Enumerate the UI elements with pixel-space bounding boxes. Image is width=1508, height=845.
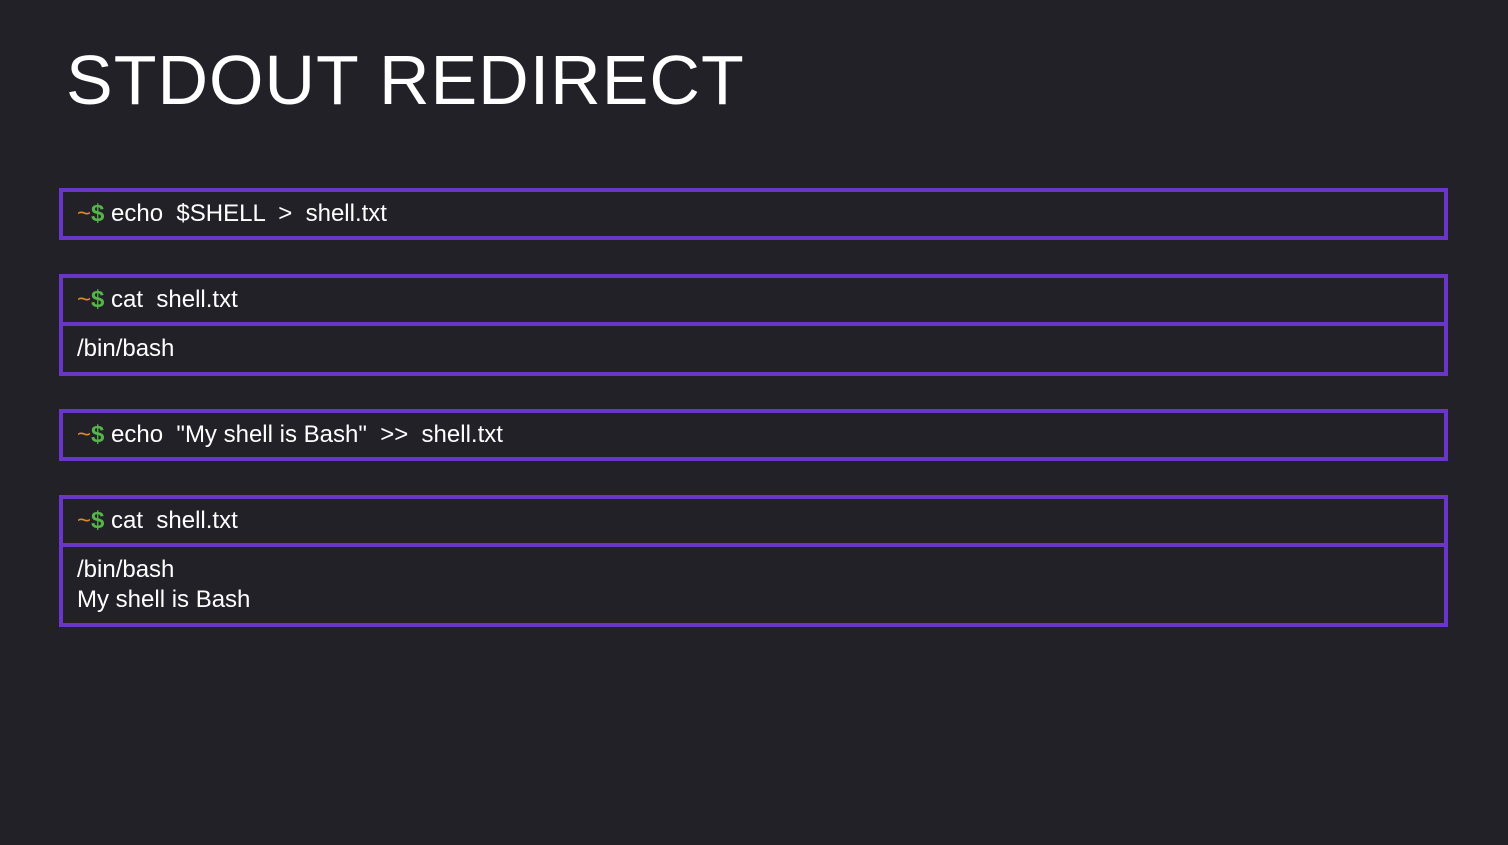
command-line: ~$ cat shell.txt bbox=[63, 278, 1444, 322]
prompt-tilde: ~ bbox=[77, 286, 92, 313]
output-line: /bin/bash bbox=[77, 556, 175, 583]
command-line: ~$ echo "My shell is Bash" >> shell.txt bbox=[63, 413, 1444, 457]
prompt-tilde: ~ bbox=[77, 421, 92, 448]
prompt-tilde: ~ bbox=[77, 507, 92, 534]
prompt-dollar: $ bbox=[91, 421, 105, 448]
command-text: cat shell.txt bbox=[104, 507, 238, 534]
output-box: /bin/bash My shell is Bash bbox=[63, 543, 1444, 623]
command-line: ~$ cat shell.txt bbox=[63, 499, 1444, 543]
command-block-1: ~$ echo $SHELL > shell.txt bbox=[59, 188, 1448, 240]
command-block-3: ~$ echo "My shell is Bash" >> shell.txt bbox=[59, 409, 1448, 461]
slide-title: STDOUT REDIRECT bbox=[66, 41, 745, 119]
prompt-dollar: $ bbox=[91, 507, 105, 534]
prompt-dollar: $ bbox=[91, 286, 105, 313]
command-block-4: ~$ cat shell.txt /bin/bash My shell is B… bbox=[59, 495, 1448, 627]
output-line: My shell is Bash bbox=[77, 586, 251, 613]
prompt-dollar: $ bbox=[91, 200, 105, 227]
output-box: /bin/bash bbox=[63, 322, 1444, 372]
command-text: echo "My shell is Bash" >> shell.txt bbox=[104, 421, 503, 448]
command-block-2: ~$ cat shell.txt /bin/bash bbox=[59, 274, 1448, 376]
prompt-tilde: ~ bbox=[77, 200, 92, 227]
command-text: cat shell.txt bbox=[104, 286, 238, 313]
command-line: ~$ echo $SHELL > shell.txt bbox=[63, 192, 1444, 236]
output-line: /bin/bash bbox=[77, 335, 175, 362]
command-text: echo $SHELL > shell.txt bbox=[104, 200, 387, 227]
